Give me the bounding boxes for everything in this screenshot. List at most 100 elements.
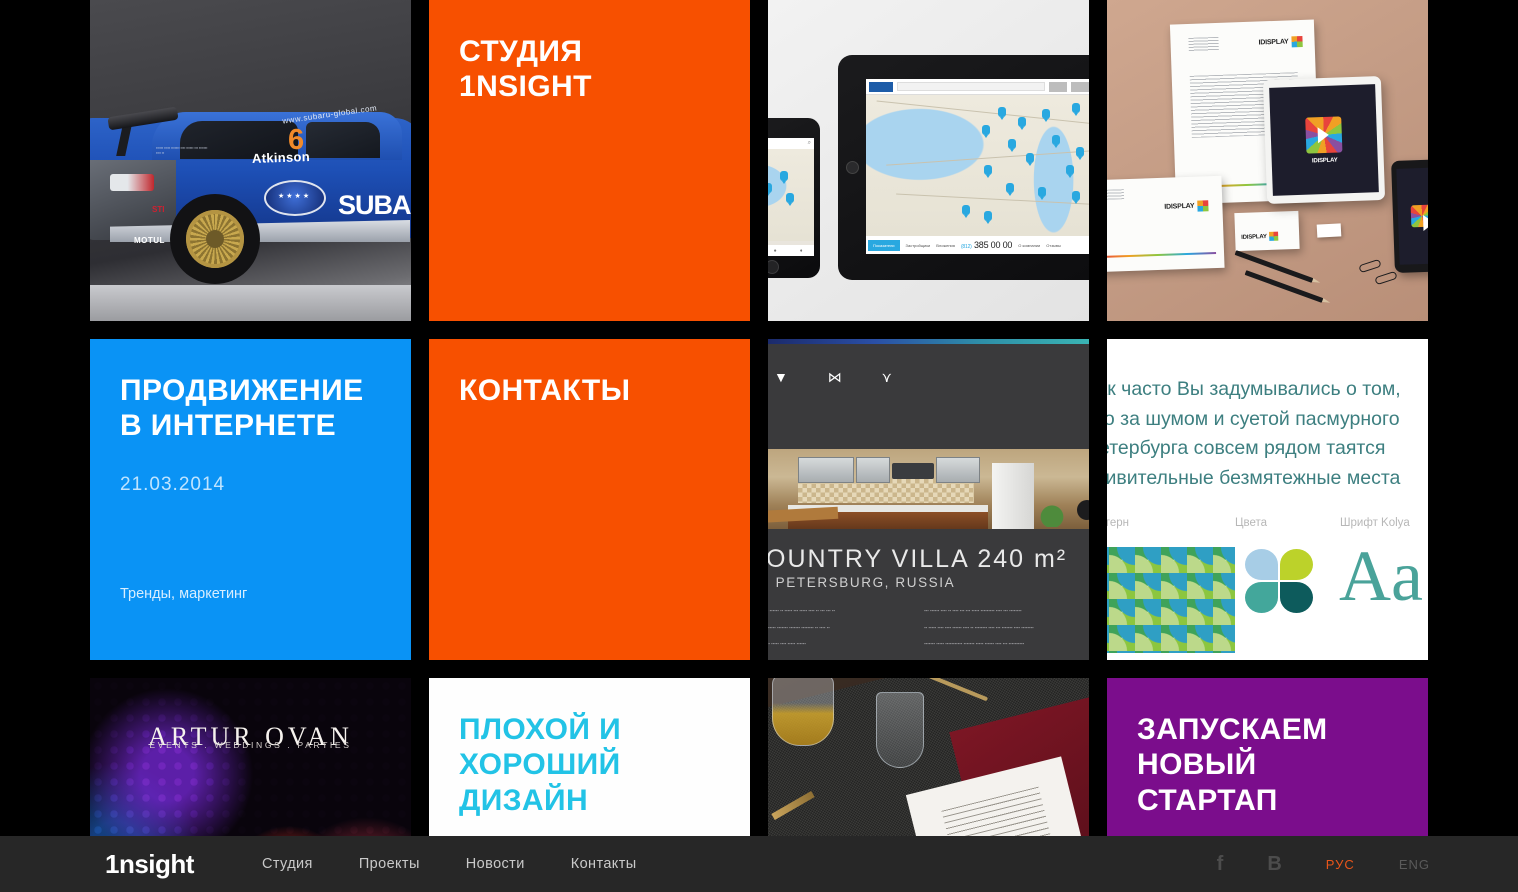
site-logo[interactable]: 1nsight [105,849,194,880]
nav-item-contacts[interactable]: Контакты [571,856,637,872]
main-nav: Студия Проекты Новости Контакты [262,856,637,872]
phone-device: ⌕ ▲ ● ♦ [768,118,820,278]
tile-country-villa[interactable]: ▼ ⋈ ⋎ COUNTRY VILLA 240 m² ST. PETERSBUR… [768,339,1089,660]
villa-nav-icons[interactable]: ▼ ⋈ ⋎ [768,369,1089,389]
wine-glass [876,692,924,768]
kitchen-range-hood [892,463,934,479]
map-pin[interactable] [1038,187,1046,200]
villa-next-arrow-icon[interactable] [1077,499,1089,520]
app-search-button[interactable] [1071,81,1089,92]
app-tab-indicators[interactable]: Показатели [868,239,900,251]
map-pin[interactable] [984,211,992,224]
phone-bottom-bar: ▲ ● ♦ [768,245,814,256]
tile-brandbook[interactable]: Как часто Вы задумывались о том, что за … [1107,339,1428,660]
nav-item-news[interactable]: Новости [466,856,525,872]
iphone-device [1391,159,1428,273]
villa-subtitle: ST. PETERSBURG, RUSSIA [768,575,956,590]
map-road [886,149,1089,166]
color-swatch [1280,582,1313,613]
kitchen-plant [1038,493,1066,527]
map-pin[interactable] [982,125,990,138]
envelope-color-strip [1107,251,1217,259]
tile-idisplay[interactable]: IDISPLAY IDISPLAY IDISPLAY IDISPLAY [1107,0,1428,321]
nav-item-studio[interactable]: Студия [262,856,313,872]
envelope-address-block [1107,189,1125,201]
brandbook-font-sample: Aa [1339,536,1423,616]
paperclip-icon [1358,258,1382,274]
app-phone-number: (812) 385 00 00 [961,240,1012,250]
vkontakte-icon[interactable]: B [1267,853,1281,876]
paperclip-icon [1374,270,1398,286]
map-pin[interactable] [1042,109,1050,122]
app-tab-developers[interactable]: Застройщики [906,243,931,248]
villa-body-columns: ▪▪▪▪▪ ▪ ▪▪ ▪ ▪▪▪▪ ▪ ▪▪ ▪▪▪▪ ▪ ▪ ▪▪▪ ▪▪ ▪▪▪ ▪▪▪… [768,607,1089,649]
map-pin[interactable] [1008,139,1016,152]
idisplay-play-icon [1410,204,1428,228]
car-hub [206,230,224,248]
tile-contacts-text: КОНТАКТЫ [429,339,750,408]
map-pin[interactable] [1072,191,1080,204]
ipad-device: IDISPLAY [1262,75,1386,205]
tile-promotion-tags[interactable]: Тренды, маркетинг [120,586,247,602]
card-logo: IDISPLAY [1241,231,1278,242]
map-pin[interactable] [1066,165,1074,178]
map-pin[interactable] [1026,153,1034,166]
app-tab-about[interactable]: О компании [1018,243,1040,248]
tile-contacts[interactable]: КОНТАКТЫ [429,339,750,660]
footer-right-group: f B РУС ENG [1217,853,1430,876]
app-bottom-bar: Показатели Застройщики Вложения (812) 38… [866,236,1089,254]
color-swatch [1245,582,1278,613]
kitchen-cabinet [936,457,980,483]
tile-promotion[interactable]: ПРОДВИЖЕНИЕ В ИНТЕРНЕТЕ 21.03.2014 Тренд… [90,339,411,660]
tile-promotion-text: ПРОДВИЖЕНИЕ В ИНТЕРНЕТЕ 21.03.2014 [90,339,411,496]
brandbook-label-font: Шрифт Kolya [1340,517,1410,529]
app-tab-reviews[interactable]: Отзывы [1046,243,1061,248]
map-road [876,100,1089,127]
tablet-device: Расширенный поиск [838,55,1089,280]
map-pin[interactable] [962,205,970,218]
lang-ru[interactable]: РУС [1326,857,1355,872]
villa-body-column: ▪▪▪▪▪ ▪ ▪▪ ▪ ▪▪▪▪ ▪ ▪▪ ▪▪▪▪ ▪ ▪ ▪▪▪ ▪▪ ▪▪▪ ▪▪▪… [768,608,835,647]
map-pin[interactable] [1006,183,1014,196]
app-logo-icon [869,81,893,92]
nav-item-projects[interactable]: Проекты [359,856,420,872]
car-taillight [110,174,154,191]
eraser [1316,223,1342,238]
map-pin[interactable] [780,171,788,184]
app-map [866,95,1089,236]
villa-header-strip [768,339,1089,344]
app-search-input[interactable] [897,82,1046,91]
phone-map [768,149,814,241]
facebook-icon[interactable]: f [1217,853,1224,876]
tile-studio[interactable]: СТУДИЯ 1NSIGHT [429,0,750,321]
tile-promotion-title: ПРОДВИЖЕНИЕ В ИНТЕРНЕТЕ [120,374,364,443]
tablet-home-button [846,160,859,174]
phone-tab-icon[interactable]: ● [774,248,777,254]
app-tab-investments[interactable]: Вложения [936,243,955,248]
app-phone-code: (812) [960,244,972,250]
lang-en[interactable]: ENG [1399,857,1430,872]
kitchen-fridge [992,463,1034,529]
tile-subaru[interactable]: ★★★★ www.subaru-global.com 6 Atkinson SU… [90,0,411,321]
phone-search-icon[interactable]: ⌕ [808,140,811,147]
letterhead-logo: IDISPLAY [1258,35,1303,49]
tile-map-app[interactable]: Расширенный поиск [768,0,1089,321]
pencil [1244,270,1324,303]
app-grid-toggle-icon[interactable] [1049,81,1068,92]
map-pin[interactable] [984,165,992,178]
brandbook-label-colors: Цвета [1235,517,1268,529]
map-pin[interactable] [786,193,794,206]
map-pin[interactable] [1018,117,1026,130]
map-pin[interactable] [1052,135,1060,148]
map-pin[interactable] [1076,147,1084,160]
brandbook-pattern-swatch-overlay [1107,547,1235,653]
map-pin[interactable] [768,183,772,196]
kitchen-cabinet [798,457,854,483]
ipad-screen: IDISPLAY [1269,84,1379,196]
map-pin[interactable] [1072,103,1080,116]
phone-tab-icon[interactable]: ♦ [800,248,803,254]
map-pin[interactable] [998,107,1006,120]
map-road [896,193,1089,206]
envelope: IDISPLAY [1107,175,1225,273]
kitchen-cabinet [856,457,890,483]
